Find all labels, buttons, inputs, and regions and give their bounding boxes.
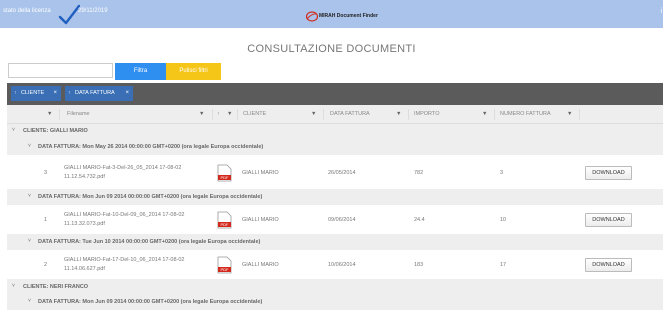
collapse-icon[interactable]: ˅ xyxy=(12,283,15,289)
column-separator xyxy=(59,109,60,120)
numero-fattura-cell: 10 xyxy=(500,217,507,223)
column-separator xyxy=(212,109,213,120)
collapse-icon[interactable]: ˅ xyxy=(12,127,15,133)
group-label: DATA FATTURA: Mon Jun 09 2014 00:00:00 G… xyxy=(38,194,263,200)
column-header-data-fattura[interactable]: DATA FATTURA xyxy=(330,111,370,117)
sort-asc-icon: ↑ xyxy=(68,90,71,96)
filter-icon[interactable]: ▼ xyxy=(311,111,316,117)
row-index: 1 xyxy=(44,217,48,223)
filename-cell: GIALLI MARIO-Fat-3-Del-26_05_2014 17-08-… xyxy=(64,165,182,180)
filter-icon[interactable]: ▼ xyxy=(567,111,572,117)
brand-swoosh-icon xyxy=(306,11,318,22)
group-header-data-fattura[interactable]: ˅ DATA FATTURA: Mon May 26 2014 00:00:00… xyxy=(7,139,663,155)
license-check-icon xyxy=(58,4,80,25)
group-label: DATA FATTURA: Tue Jun 10 2014 00:00:00 G… xyxy=(38,239,261,245)
table-row[interactable] xyxy=(7,310,663,320)
numero-fattura-cell: 17 xyxy=(500,262,507,268)
collapse-icon[interactable]: ˅ xyxy=(28,143,31,149)
cliente-cell: GIALLI MARIO xyxy=(242,262,279,268)
group-header-data-fattura[interactable]: ˅ DATA FATTURA: Mon Jun 09 2014 00:00:00… xyxy=(7,190,663,205)
importo-cell: 782 xyxy=(414,170,424,176)
column-separator xyxy=(408,109,409,120)
row-index: 3 xyxy=(44,170,48,176)
group-chip-label: CLIENTE xyxy=(21,90,45,96)
filter-icon[interactable]: ▼ xyxy=(199,111,204,117)
page-title: CONSULTAZIONE DOCUMENTI xyxy=(247,43,416,55)
collapse-icon[interactable]: ˅ xyxy=(28,238,31,244)
column-separator xyxy=(579,109,580,120)
pdf-label: PDF xyxy=(221,222,230,227)
table-row[interactable]: 3 GIALLI MARIO-Fat-3-Del-26_05_2014 17-0… xyxy=(7,155,663,190)
download-button[interactable]: DOWNLOAD xyxy=(585,258,632,272)
group-header-cliente[interactable]: ˅ CLIENTE: NERI FRANCO xyxy=(7,280,663,294)
download-button[interactable]: DOWNLOAD xyxy=(585,213,632,227)
column-header-numero-fattura[interactable]: NUMERO FATTURA xyxy=(500,111,551,117)
group-chip-data-fattura[interactable]: ↑ DATA FATTURA × xyxy=(65,86,133,101)
group-header-data-fattura[interactable]: ˅ DATA FATTURA: Mon Jun 09 2014 00:00:00… xyxy=(7,294,663,310)
remove-chip-icon[interactable]: × xyxy=(53,86,57,101)
filename-cell: GIALLI MARIO-Fat-17-Del-10_06_2014 17-08… xyxy=(64,257,185,272)
group-label: DATA FATTURA: Mon May 26 2014 00:00:00 G… xyxy=(38,144,264,150)
data-fattura-cell: 10/06/2014 xyxy=(328,262,356,268)
sort-asc-icon: ↑ xyxy=(14,90,17,96)
table-row[interactable]: 1 GIALLI MARIO-Fat-10-Del-09_06_2014 17-… xyxy=(7,205,663,235)
group-header-cliente[interactable]: ˅ CLIENTE: GIALLI MARIO xyxy=(7,124,663,139)
info-icon[interactable]: i xyxy=(660,8,662,15)
importo-cell: 183 xyxy=(414,262,424,268)
download-button[interactable]: DOWNLOAD xyxy=(585,166,632,180)
remove-chip-icon[interactable]: × xyxy=(125,86,129,101)
clear-filters-button[interactable]: Pulisci filtri xyxy=(166,63,221,80)
column-header-cliente[interactable]: CLIENTE xyxy=(243,111,266,117)
column-separator xyxy=(237,109,238,120)
collapse-icon[interactable]: ˅ xyxy=(28,298,31,304)
filter-icon[interactable]: ▼ xyxy=(396,111,401,117)
data-fattura-cell: 09/06/2014 xyxy=(328,217,356,223)
pdf-icon[interactable]: PDF xyxy=(217,164,232,182)
group-chip-cliente[interactable]: ↑ CLIENTE × xyxy=(11,86,61,101)
column-header-filename[interactable]: Filename xyxy=(67,111,90,117)
grid-header: ▼ Filename ▼ ↑ ▼ CLIENTE ▼ DATA FATTURA … xyxy=(7,105,663,124)
sort-asc-icon[interactable]: ↑ xyxy=(217,111,220,117)
column-header-importo[interactable]: IMPORTO xyxy=(414,111,439,117)
filter-icon[interactable]: ▼ xyxy=(227,111,232,117)
collapse-icon[interactable]: ˅ xyxy=(28,193,31,199)
license-status-label: stato della licenza xyxy=(3,8,51,14)
group-label: CLIENTE: GIALLI MARIO xyxy=(23,128,88,134)
group-label: CLIENTE: NERI FRANCO xyxy=(23,284,89,290)
table-row[interactable]: 2 GIALLI MARIO-Fat-17-Del-10_06_2014 17-… xyxy=(7,250,663,280)
filter-icon[interactable]: ▼ xyxy=(47,111,52,117)
data-fattura-cell: 26/05/2014 xyxy=(328,170,356,176)
row-index: 2 xyxy=(44,262,48,268)
search-input[interactable] xyxy=(8,63,113,78)
filename-cell: GIALLI MARIO-Fat-10-Del-09_06_2014 17-08… xyxy=(64,212,185,227)
group-header-data-fattura[interactable]: ˅ DATA FATTURA: Tue Jun 10 2014 00:00:00… xyxy=(7,235,663,250)
cliente-cell: GIALLI MARIO xyxy=(242,170,279,176)
cliente-cell: GIALLI MARIO xyxy=(242,217,279,223)
pdf-label: PDF xyxy=(221,175,230,180)
filter-button[interactable]: Filtra xyxy=(115,63,166,80)
column-separator xyxy=(323,109,324,120)
license-date: 29/11/2019 xyxy=(78,8,108,14)
top-bar: stato della licenza 29/11/2019 MIRAH Doc… xyxy=(0,0,663,28)
numero-fattura-cell: 3 xyxy=(500,170,504,176)
pdf-label: PDF xyxy=(221,267,230,272)
group-by-bar: ↑ CLIENTE × ↑ DATA FATTURA × xyxy=(7,83,663,105)
pdf-icon[interactable]: PDF xyxy=(217,256,232,274)
brand-logo: MIRAH Document Finder xyxy=(306,11,380,22)
group-label: DATA FATTURA: Mon Jun 09 2014 00:00:00 G… xyxy=(38,299,263,305)
group-chip-label: DATA FATTURA xyxy=(75,90,115,96)
pdf-icon[interactable]: PDF xyxy=(217,211,232,229)
filter-icon[interactable]: ▼ xyxy=(482,111,487,117)
brand-name: MIRAH Document Finder xyxy=(319,13,378,19)
column-separator xyxy=(494,109,495,120)
importo-cell: 24.4 xyxy=(414,217,425,223)
